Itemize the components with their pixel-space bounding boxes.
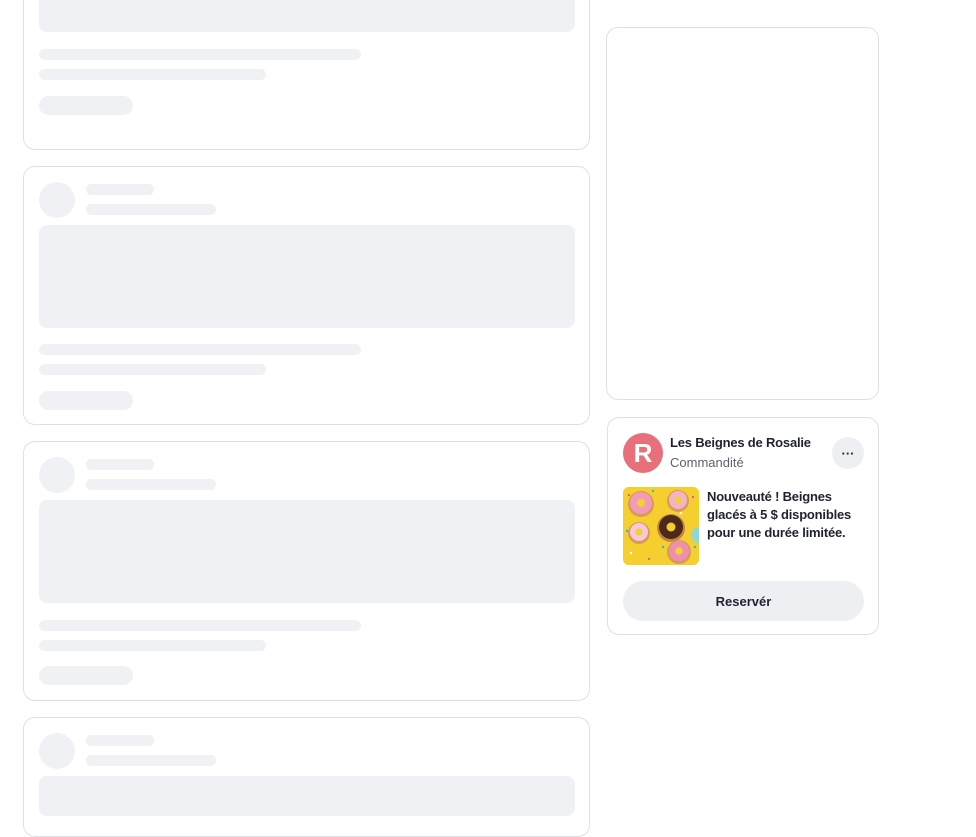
feed-skeleton-card (23, 0, 590, 150)
svg-text:R: R (634, 438, 653, 468)
feed-skeleton-card (23, 441, 590, 701)
skeleton-avatar (39, 733, 75, 769)
skeleton-line (86, 755, 216, 766)
skeleton-line (39, 49, 361, 60)
skeleton-button (39, 96, 133, 115)
skeleton-line (39, 640, 266, 651)
donuts-image[interactable] (623, 487, 699, 565)
skeleton-media (39, 225, 575, 328)
skeleton-line (86, 479, 216, 490)
skeleton-avatar (39, 182, 75, 218)
skeleton-line (39, 364, 266, 375)
skeleton-media (39, 0, 575, 32)
sponsored-ad-card[interactable]: R Les Beignes de Rosalie Commandité ··· (607, 417, 879, 635)
feed-skeleton-card (23, 166, 590, 425)
brand-avatar[interactable]: R (623, 433, 663, 473)
skeleton-media (39, 776, 575, 816)
reserve-button[interactable]: Reservér (623, 581, 864, 621)
skeleton-line (86, 735, 154, 746)
skeleton-line (86, 204, 216, 215)
ad-headline: Nouveauté ! Beignes glacés à 5 $ disponi… (707, 489, 852, 540)
skeleton-line (86, 184, 154, 195)
skeleton-media (39, 500, 575, 603)
more-horizontal-icon: ··· (841, 445, 855, 461)
donuts-illustration (623, 487, 699, 565)
skeleton-button (39, 391, 133, 410)
sidebar-placeholder-card (606, 27, 879, 400)
brand-name[interactable]: Les Beignes de Rosalie (670, 435, 811, 450)
sponsored-label: Commandité (670, 455, 744, 470)
more-options-button[interactable]: ··· (832, 437, 864, 469)
skeleton-avatar (39, 457, 75, 493)
skeleton-button (39, 666, 133, 685)
skeleton-line (39, 69, 266, 80)
skeleton-line (39, 620, 361, 631)
feed-skeleton-card (23, 717, 590, 837)
skeleton-line (39, 344, 361, 355)
skeleton-line (86, 459, 154, 470)
brand-logo-icon: R (634, 438, 653, 468)
